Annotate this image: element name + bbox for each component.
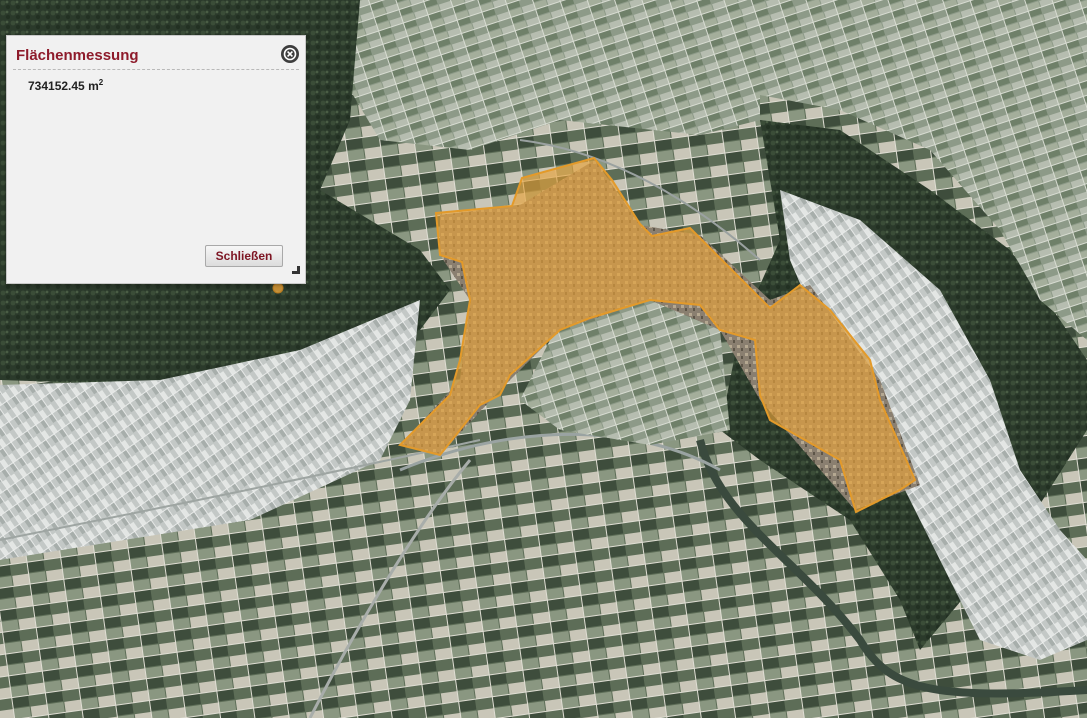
area-measurement-value: 734152.45 m2 — [28, 78, 103, 93]
measurement-unit: m — [88, 79, 99, 93]
close-button[interactable]: Schließen — [205, 245, 283, 267]
panel-title: Flächenmessung — [16, 47, 139, 64]
close-circle-icon[interactable] — [281, 45, 299, 63]
area-measurement-panel: Flächenmessung 734152.45 m2 Schließen — [6, 35, 306, 284]
measurement-unit-exponent: 2 — [98, 78, 104, 87]
measurement-number: 734152.45 — [28, 79, 85, 93]
panel-header: Flächenmessung — [13, 40, 299, 70]
map-marker-dot[interactable] — [272, 282, 284, 294]
resize-handle[interactable] — [292, 266, 300, 274]
